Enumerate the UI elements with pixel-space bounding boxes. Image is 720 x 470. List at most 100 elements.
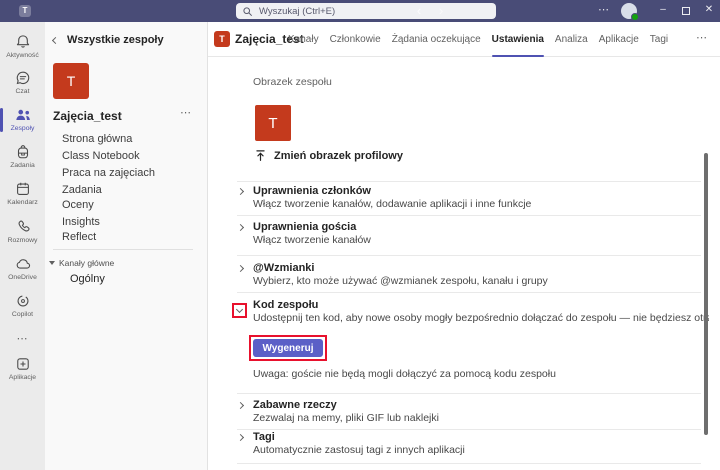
header-more-icon[interactable]: ⋯ <box>696 22 708 57</box>
chevron-right-icon[interactable] <box>237 224 244 231</box>
phone-icon <box>0 218 45 236</box>
section-mentions-desc: Wybierz, kto może używać @wzmianek zespo… <box>253 275 548 287</box>
rail-item-calls[interactable]: Rozmowy <box>0 218 45 244</box>
tab-analytics[interactable]: Analiza <box>555 22 588 57</box>
title-bar: T ‹ › ⋯ – ✕ <box>0 0 720 22</box>
section-fun-stuff-title[interactable]: Zabawne rzeczy <box>253 399 337 411</box>
rail-label: Czat <box>0 88 45 95</box>
rail-item-chat[interactable]: Czat <box>0 69 45 95</box>
annotation-box-chevron <box>232 303 247 318</box>
team-header: T Zajęcia_test Kanały Członkowie Żądania… <box>208 22 720 57</box>
rail-item-onedrive[interactable]: OneDrive <box>0 255 45 281</box>
section-member-permissions-desc: Włącz tworzenie kanałów, dodawanie aplik… <box>253 198 531 210</box>
rail-item-apps[interactable]: Aplikacje <box>0 355 45 381</box>
chevron-left-icon <box>52 36 59 43</box>
backpack-icon <box>0 143 45 161</box>
rail-label: Kalendarz <box>0 199 45 206</box>
calendar-icon <box>0 180 45 198</box>
main-panel: T Zajęcia_test Kanały Członkowie Żądania… <box>208 22 720 470</box>
team-name[interactable]: Zajęcia_test <box>53 109 122 123</box>
sidebar-item-grades[interactable]: Oceny <box>62 199 94 213</box>
section-tags-title[interactable]: Tagi <box>253 431 275 443</box>
vertical-scrollbar[interactable] <box>704 153 708 435</box>
section-fun-stuff-desc: Zezwalaj na memy, pliki GIF lub naklejki <box>253 412 439 424</box>
rail-item-assignments[interactable]: Zadania <box>0 143 45 169</box>
chevron-right-icon[interactable] <box>237 265 244 272</box>
divider <box>237 292 701 293</box>
tab-members[interactable]: Członkowie <box>330 22 381 57</box>
rail-label: Aplikacje <box>0 374 45 381</box>
divider <box>237 181 701 182</box>
channel-item-general[interactable]: Ogólny <box>70 273 105 285</box>
search-icon <box>242 6 253 17</box>
section-guest-permissions-title[interactable]: Uprawnienia gościa <box>253 221 356 233</box>
rail-label: Rozmowy <box>0 237 45 244</box>
tab-pending-requests[interactable]: Żądania oczekujące <box>392 22 481 57</box>
tab-tags[interactable]: Tagi <box>650 22 668 57</box>
window-maximize-button[interactable] <box>682 7 690 15</box>
teams-app-window: T ‹ › ⋯ – ✕ Aktywność Czat <box>0 0 720 470</box>
section-tags-desc: Automatycznie zastosuj tagi z innych apl… <box>253 444 465 456</box>
tab-bar: Kanały Członkowie Żądania oczekujące Ust… <box>288 22 668 57</box>
chevron-right-icon[interactable] <box>237 434 244 441</box>
team-picture-label: Obrazek zespołu <box>253 76 332 88</box>
window-close-button[interactable]: ✕ <box>701 0 717 22</box>
chevron-right-icon[interactable] <box>237 402 244 409</box>
sidebar-item-insights[interactable]: Insights <box>62 216 100 230</box>
all-teams-label: Wszystkie zespoły <box>67 34 164 46</box>
apps-plus-icon <box>0 355 45 373</box>
channels-header[interactable]: Kanały główne <box>49 258 114 268</box>
sidebar-item-assignments[interactable]: Zadania <box>62 184 102 198</box>
tab-settings[interactable]: Ustawienia <box>492 22 544 57</box>
team-avatar-small: T <box>214 31 230 47</box>
rail-item-activity[interactable]: Aktywność <box>0 33 45 59</box>
sidebar-item-home[interactable]: Strona główna <box>62 133 132 147</box>
rail-more-icon[interactable]: ⋯ <box>0 332 45 345</box>
rail-label: Zadania <box>0 162 45 169</box>
teams-app-icon: T <box>19 5 31 17</box>
team-avatar-large[interactable]: T <box>53 63 89 99</box>
tab-channels[interactable]: Kanały <box>288 22 319 57</box>
rail-item-copilot[interactable]: Copilot <box>0 292 45 318</box>
change-picture-label: Zmień obrazek profilowy <box>274 150 403 162</box>
section-team-code-title[interactable]: Kod zespołu <box>253 299 318 311</box>
generate-code-button[interactable]: Wygeneruj <box>253 339 323 357</box>
copilot-icon <box>0 292 45 310</box>
change-picture-button[interactable]: Zmień obrazek profilowy <box>254 149 403 162</box>
sidebar-divider <box>53 249 193 250</box>
titlebar-more-icon[interactable]: ⋯ <box>598 0 610 22</box>
upload-icon <box>254 149 267 162</box>
search-box[interactable] <box>236 3 496 19</box>
search-input[interactable] <box>259 6 490 17</box>
bell-icon <box>0 33 45 51</box>
divider <box>237 255 701 256</box>
user-avatar[interactable] <box>621 3 637 19</box>
tab-apps[interactable]: Aplikacje <box>599 22 639 57</box>
team-code-note: Uwaga: goście nie będą mogli dołączyć za… <box>253 368 556 380</box>
section-mentions-title[interactable]: @Wzmianki <box>253 262 314 274</box>
sidebar-item-classwork[interactable]: Praca na zajęciach <box>62 167 155 181</box>
sidebar-item-class-notebook[interactable]: Class Notebook <box>62 150 140 164</box>
all-teams-back-button[interactable]: Wszystkie zespoły <box>53 34 164 46</box>
chevron-down-icon[interactable] <box>236 306 243 313</box>
team-more-icon[interactable]: ⋯ <box>180 106 192 119</box>
divider <box>237 429 701 430</box>
section-member-permissions-title[interactable]: Uprawnienia członków <box>253 185 371 197</box>
section-team-code-desc: Udostępnij ten kod, aby nowe osoby mogły… <box>253 312 709 324</box>
rail-label: Copilot <box>0 311 45 318</box>
chevron-down-icon <box>49 261 55 265</box>
chevron-right-icon[interactable] <box>237 188 244 195</box>
channels-header-label: Kanały główne <box>59 258 114 268</box>
divider <box>237 393 701 394</box>
team-picture: T <box>255 105 291 141</box>
rail-item-calendar[interactable]: Kalendarz <box>0 180 45 206</box>
annotation-box-button: Wygeneruj <box>249 335 327 361</box>
window-minimize-button[interactable]: – <box>655 0 671 22</box>
rail-item-teams[interactable]: Zespoły <box>0 106 45 132</box>
settings-content: Obrazek zespołu T Zmień obrazek profilow… <box>208 57 720 470</box>
team-sidebar: Wszystkie zespoły T Zajęcia_test ⋯ Stron… <box>45 22 208 470</box>
rail-label: Zespoły <box>0 125 45 132</box>
divider <box>237 463 701 464</box>
cloud-icon <box>0 255 45 273</box>
sidebar-item-reflect[interactable]: Reflect <box>62 231 96 245</box>
